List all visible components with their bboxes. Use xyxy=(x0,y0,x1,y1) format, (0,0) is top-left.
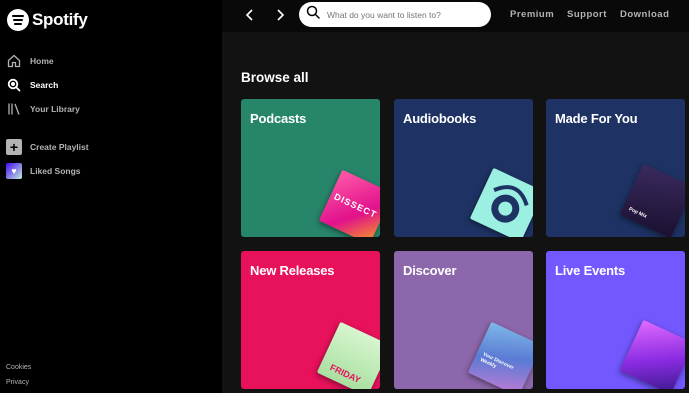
sidebar-item-label: Your Library xyxy=(30,104,80,114)
card-title: Discover xyxy=(403,263,457,278)
cover-art-text: Your Discover Weekly xyxy=(479,351,515,372)
pop-mix-cover-art: Pop Mix xyxy=(619,163,685,237)
heart-icon: ♥ xyxy=(6,163,22,179)
support-link[interactable]: Support xyxy=(567,9,607,20)
search-icon xyxy=(306,5,320,24)
forward-button[interactable] xyxy=(269,5,291,27)
library-icon xyxy=(6,101,22,117)
sidebar-item-search[interactable]: Search xyxy=(6,76,58,94)
liked-songs-button[interactable]: ♥ Liked Songs xyxy=(6,163,81,179)
brand-name: Spotify xyxy=(32,10,88,29)
category-card-discover[interactable]: Discover Your Discover Weekly xyxy=(394,251,533,389)
card-title: New Releases xyxy=(250,263,335,278)
plus-icon: + xyxy=(6,139,22,155)
live-events-cover-art xyxy=(619,319,685,389)
spotify-logo-icon xyxy=(7,9,29,31)
card-title: Made For You xyxy=(555,111,638,126)
search-icon xyxy=(6,77,22,93)
podcast-cover-art: DISSECT xyxy=(318,169,380,237)
chevron-left-icon xyxy=(245,8,255,24)
cover-art-text: DISSECT xyxy=(332,191,379,220)
main-content: Browse all Podcasts DISSECT Audiobooks M… xyxy=(222,32,689,393)
sidebar-item-label: Home xyxy=(30,56,54,66)
sidebar: Spotify Home Search Your Library + Creat… xyxy=(0,0,222,393)
category-card-audiobooks[interactable]: Audiobooks xyxy=(394,99,533,237)
category-card-podcasts[interactable]: Podcasts DISSECT xyxy=(241,99,380,237)
liked-songs-label: Liked Songs xyxy=(30,166,81,176)
headphones-icon xyxy=(491,185,529,223)
card-title: Podcasts xyxy=(250,111,307,126)
privacy-link[interactable]: Privacy xyxy=(6,379,29,386)
card-title: Live Events xyxy=(555,263,626,278)
create-playlist-label: Create Playlist xyxy=(30,142,89,152)
audiobook-cover-art xyxy=(469,167,533,237)
sidebar-item-library[interactable]: Your Library xyxy=(6,100,80,118)
category-card-live-events[interactable]: Live Events xyxy=(546,251,685,389)
category-card-made-for-you[interactable]: Made For You Pop Mix xyxy=(546,99,685,237)
cover-art-text: Pop Mix xyxy=(627,206,648,220)
chevron-right-icon xyxy=(275,8,285,24)
sidebar-item-home[interactable]: Home xyxy=(6,52,54,70)
sidebar-item-label: Search xyxy=(30,80,59,90)
create-playlist-button[interactable]: + Create Playlist xyxy=(6,139,89,155)
search-bar[interactable] xyxy=(299,2,491,27)
download-link[interactable]: Download xyxy=(620,9,669,20)
card-title: Audiobooks xyxy=(403,111,477,126)
search-input[interactable] xyxy=(327,9,477,20)
new-music-friday-cover-art: FRIDAY xyxy=(316,321,380,389)
section-title: Browse all xyxy=(241,70,309,85)
premium-link[interactable]: Premium xyxy=(510,9,554,20)
category-card-new-releases[interactable]: New Releases FRIDAY xyxy=(241,251,380,389)
home-icon xyxy=(6,53,22,69)
spotify-logo[interactable]: Spotify xyxy=(7,9,88,31)
back-button[interactable] xyxy=(239,5,261,27)
discover-weekly-cover-art: Your Discover Weekly xyxy=(467,321,533,389)
cookies-link[interactable]: Cookies xyxy=(6,364,31,371)
cover-art-text: FRIDAY xyxy=(328,362,363,386)
spotify-app: Spotify Home Search Your Library + Creat… xyxy=(0,0,689,393)
top-bar: Premium Support Download xyxy=(222,0,689,32)
